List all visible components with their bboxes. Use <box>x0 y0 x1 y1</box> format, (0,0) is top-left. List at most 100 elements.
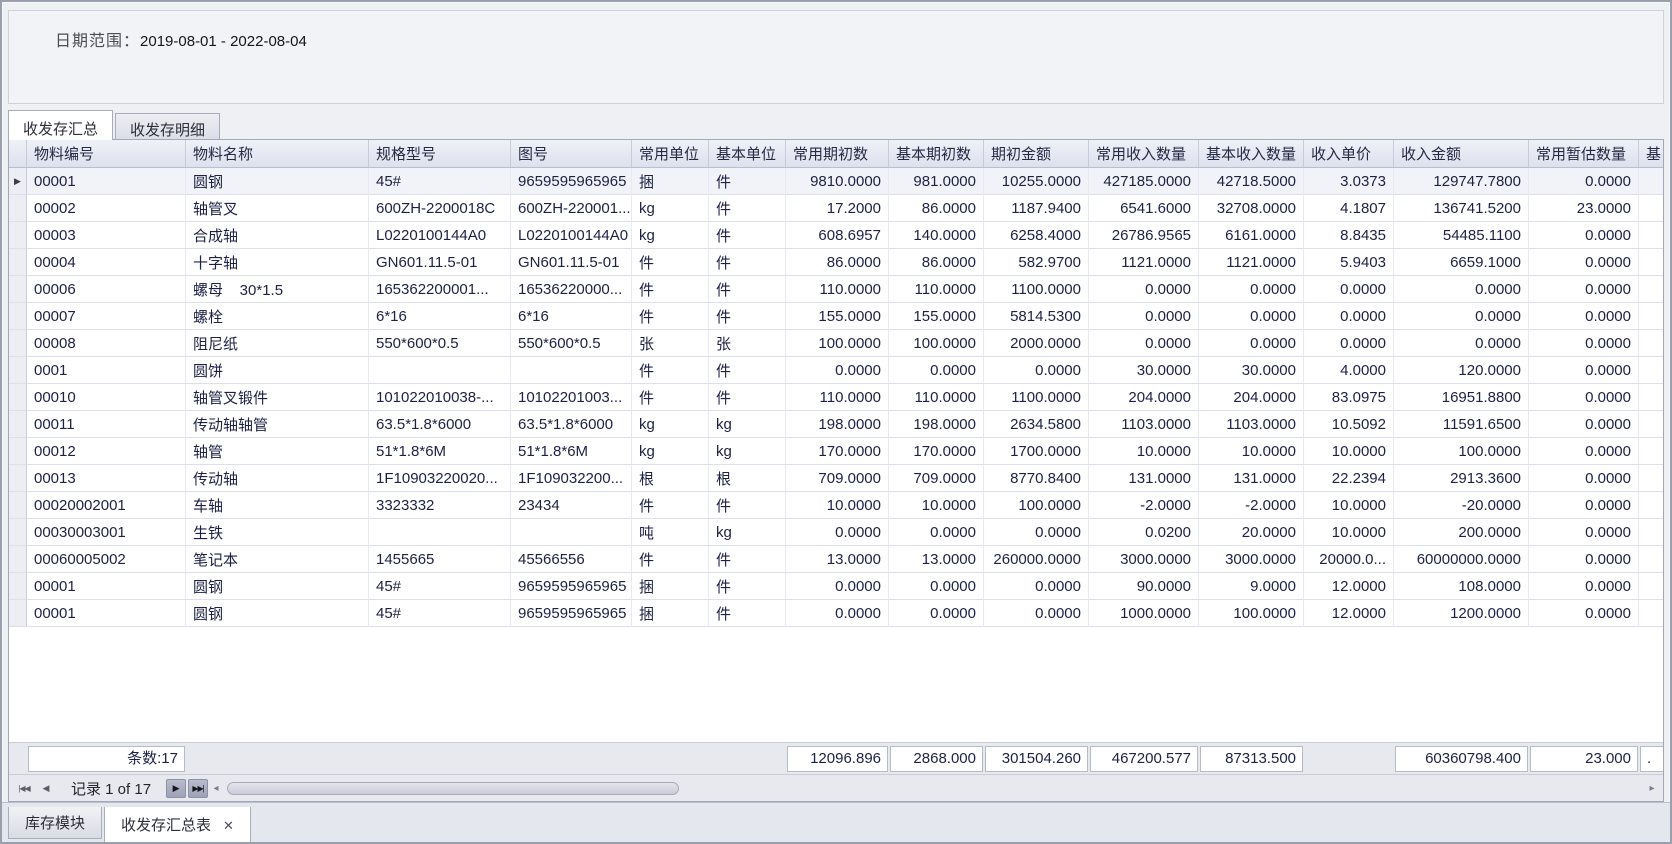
tab-detail[interactable]: 收发存明细 <box>115 113 220 140</box>
cell-estb <box>1639 600 1664 627</box>
cell-spec: 45# <box>369 168 511 195</box>
column-header-code[interactable]: 物料编号 <box>27 140 186 167</box>
table-row[interactable]: ▶00001圆钢45#9659595965965捆件9810.0000981.0… <box>9 168 1663 195</box>
cell-openc: 110.0000 <box>786 276 889 303</box>
column-header-unitb[interactable]: 基本单位 <box>709 140 786 167</box>
column-header-estb[interactable]: 基 <box>1639 140 1664 167</box>
summary-value-box: 87313.500 <box>1200 746 1303 772</box>
last-record-button[interactable]: ▶▶| <box>188 779 208 798</box>
table-row[interactable]: 00020002001车轴332333223434件件10.000010.000… <box>9 492 1663 519</box>
scroll-left-icon[interactable]: ◂ <box>209 783 223 794</box>
summary-value-box: 23.000 <box>1530 746 1638 772</box>
table-row[interactable]: 00013传动轴1F10903220020...1F109032200...根根… <box>9 465 1663 492</box>
cell-unitb: kg <box>709 411 786 438</box>
summary-cell-openc: 12096.896 <box>786 743 889 774</box>
cell-inb: 42718.5000 <box>1199 168 1304 195</box>
row-indicator-cell <box>9 573 27 600</box>
column-header-draw[interactable]: 图号 <box>511 140 632 167</box>
table-row[interactable]: 00001圆钢45#9659595965965捆件0.00000.00000.0… <box>9 600 1663 627</box>
document-tabstrip: 库存模块 收发存汇总表 ✕ <box>2 802 1670 842</box>
table-row[interactable]: 00011传动轴轴管63.5*1.8*600063.5*1.8*6000kgkg… <box>9 411 1663 438</box>
cell-name: 生铁 <box>186 519 369 546</box>
cell-spec: GN601.11.5-01 <box>369 249 511 276</box>
cell-unitc: 吨 <box>632 519 709 546</box>
column-header-name[interactable]: 物料名称 <box>186 140 369 167</box>
column-header-inamt[interactable]: 收入金额 <box>1394 140 1529 167</box>
cell-openb: 155.0000 <box>889 303 984 330</box>
cell-inprice: 0.0000 <box>1304 276 1394 303</box>
column-header-openb[interactable]: 基本期初数 <box>889 140 984 167</box>
table-row[interactable]: 0001圆饼件件0.00000.00000.000030.000030.0000… <box>9 357 1663 384</box>
column-header-spec[interactable]: 规格型号 <box>369 140 511 167</box>
column-header-openc[interactable]: 常用期初数 <box>786 140 889 167</box>
first-record-button[interactable]: |◀◀ <box>14 779 34 798</box>
cell-inamt: 136741.5200 <box>1394 195 1529 222</box>
cell-unitb: 件 <box>709 546 786 573</box>
cell-draw: 9659595965965 <box>511 573 632 600</box>
cell-openb: 709.0000 <box>889 465 984 492</box>
cell-spec <box>369 519 511 546</box>
cell-draw: 550*600*0.5 <box>511 330 632 357</box>
cell-estc: 0.0000 <box>1529 411 1639 438</box>
scroll-right-icon[interactable]: ▸ <box>1645 783 1659 794</box>
table-row[interactable]: 00008阻尼纸550*600*0.5550*600*0.5张张100.0000… <box>9 330 1663 357</box>
cell-estb <box>1639 195 1664 222</box>
table-row[interactable]: 00030003001生铁吨kg0.00000.00000.00000.0200… <box>9 519 1663 546</box>
cell-inc: 0.0200 <box>1089 519 1199 546</box>
cell-spec: 45# <box>369 600 511 627</box>
table-row[interactable]: 00010轴管叉锻件101022010038-...10102201003...… <box>9 384 1663 411</box>
table-row[interactable]: 00060005002笔记本145566545566556件件13.000013… <box>9 546 1663 573</box>
table-row[interactable]: 00001圆钢45#9659595965965捆件0.00000.00000.0… <box>9 573 1663 600</box>
column-header-estc[interactable]: 常用暂估数量 <box>1529 140 1639 167</box>
cell-name: 圆钢 <box>186 573 369 600</box>
column-header-inprice[interactable]: 收入单价 <box>1304 140 1394 167</box>
cell-unitc: 根 <box>632 465 709 492</box>
cell-estc: 23.0000 <box>1529 195 1639 222</box>
cell-estc: 0.0000 <box>1529 222 1639 249</box>
column-header-openamt[interactable]: 期初金额 <box>984 140 1089 167</box>
cell-openb: 110.0000 <box>889 384 984 411</box>
record-position-label: 记录 1 of 17 <box>57 778 165 799</box>
doc-tab-summary-report[interactable]: 收发存汇总表 ✕ <box>104 807 251 843</box>
cell-estb <box>1639 330 1664 357</box>
summary-cell-inamt: 60360798.400 <box>1394 743 1529 774</box>
cell-code: 00008 <box>27 330 186 357</box>
table-row[interactable]: 00007螺栓6*166*16件件155.0000155.00005814.53… <box>9 303 1663 330</box>
cell-code: 00006 <box>27 276 186 303</box>
close-icon[interactable]: ✕ <box>223 819 234 832</box>
cell-unitb: 件 <box>709 276 786 303</box>
cell-estc: 0.0000 <box>1529 600 1639 627</box>
cell-spec: 45# <box>369 573 511 600</box>
cell-openamt: 6258.4000 <box>984 222 1089 249</box>
next-record-button[interactable]: ▶ <box>166 779 186 798</box>
view-tabstrip: 收发存汇总 收发存明细 <box>8 110 1664 140</box>
cell-draw: 1F109032200... <box>511 465 632 492</box>
cell-code: 00001 <box>27 168 186 195</box>
column-header-inb[interactable]: 基本收入数量 <box>1199 140 1304 167</box>
horizontal-scrollbar-thumb[interactable] <box>227 782 679 795</box>
cell-draw: 45566556 <box>511 546 632 573</box>
horizontal-scrollbar[interactable] <box>223 782 1645 795</box>
cell-openb: 100.0000 <box>889 330 984 357</box>
grid-rows: ▶00001圆钢45#9659595965965捆件9810.0000981.0… <box>9 168 1663 627</box>
cell-draw: 600ZH-220001... <box>511 195 632 222</box>
summary-cell-unitb <box>709 743 786 774</box>
cell-openamt: 1100.0000 <box>984 276 1089 303</box>
cell-estb <box>1639 465 1664 492</box>
doc-tab-inventory-module[interactable]: 库存模块 <box>8 807 102 839</box>
column-header-unitc[interactable]: 常用单位 <box>632 140 709 167</box>
table-row[interactable]: 00012轴管51*1.8*6M51*1.8*6Mkgkg170.0000170… <box>9 438 1663 465</box>
cell-openb: 0.0000 <box>889 357 984 384</box>
tab-summary[interactable]: 收发存汇总 <box>8 110 113 140</box>
table-row[interactable]: 00003合成轴L0220100144A0L0220100144A0kg件608… <box>9 222 1663 249</box>
cell-inb: 30.0000 <box>1199 357 1304 384</box>
cell-draw: 6*16 <box>511 303 632 330</box>
cell-unitc: 捆 <box>632 600 709 627</box>
column-header-inc[interactable]: 常用收入数量 <box>1089 140 1199 167</box>
table-row[interactable]: 00004十字轴GN601.11.5-01GN601.11.5-01件件86.0… <box>9 249 1663 276</box>
prev-record-button[interactable]: ◀ <box>36 779 56 798</box>
table-row[interactable]: 00002轴管叉600ZH-2200018C600ZH-220001...kg件… <box>9 195 1663 222</box>
cell-openb: 0.0000 <box>889 600 984 627</box>
table-row[interactable]: 00006螺母 30*1.5165362200001...16536220000… <box>9 276 1663 303</box>
cell-inprice: 20000.0... <box>1304 546 1394 573</box>
